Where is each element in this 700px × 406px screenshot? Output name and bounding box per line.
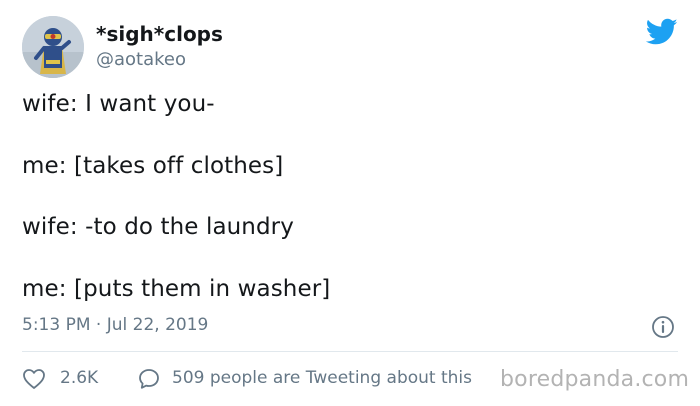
user-handle[interactable]: @aotakeo — [96, 49, 186, 70]
divider — [22, 351, 678, 352]
like-count[interactable]: 2.6K — [60, 368, 98, 388]
info-icon[interactable] — [651, 315, 675, 339]
tweet-text-line: wife: -to do the laundry — [22, 214, 294, 240]
tweet-text-line: me: [puts them in washer] — [22, 276, 331, 302]
heart-icon[interactable] — [22, 368, 46, 390]
tweet-text-line: wife: I want you- — [22, 91, 215, 117]
tweeting-about-link[interactable]: 509 people are Tweeting about this — [172, 368, 472, 388]
tweet-timestamp[interactable]: 5:13 PM · Jul 22, 2019 — [22, 315, 208, 335]
watermark: boredpanda.com — [500, 367, 690, 392]
display-name[interactable]: *sigh*clops — [96, 22, 223, 46]
cyclops-avatar-icon — [22, 16, 84, 78]
tweet-text-line: me: [takes off clothes] — [22, 153, 284, 179]
twitter-bird-icon[interactable] — [645, 18, 678, 46]
comment-icon[interactable] — [137, 367, 161, 391]
avatar[interactable] — [22, 16, 84, 78]
